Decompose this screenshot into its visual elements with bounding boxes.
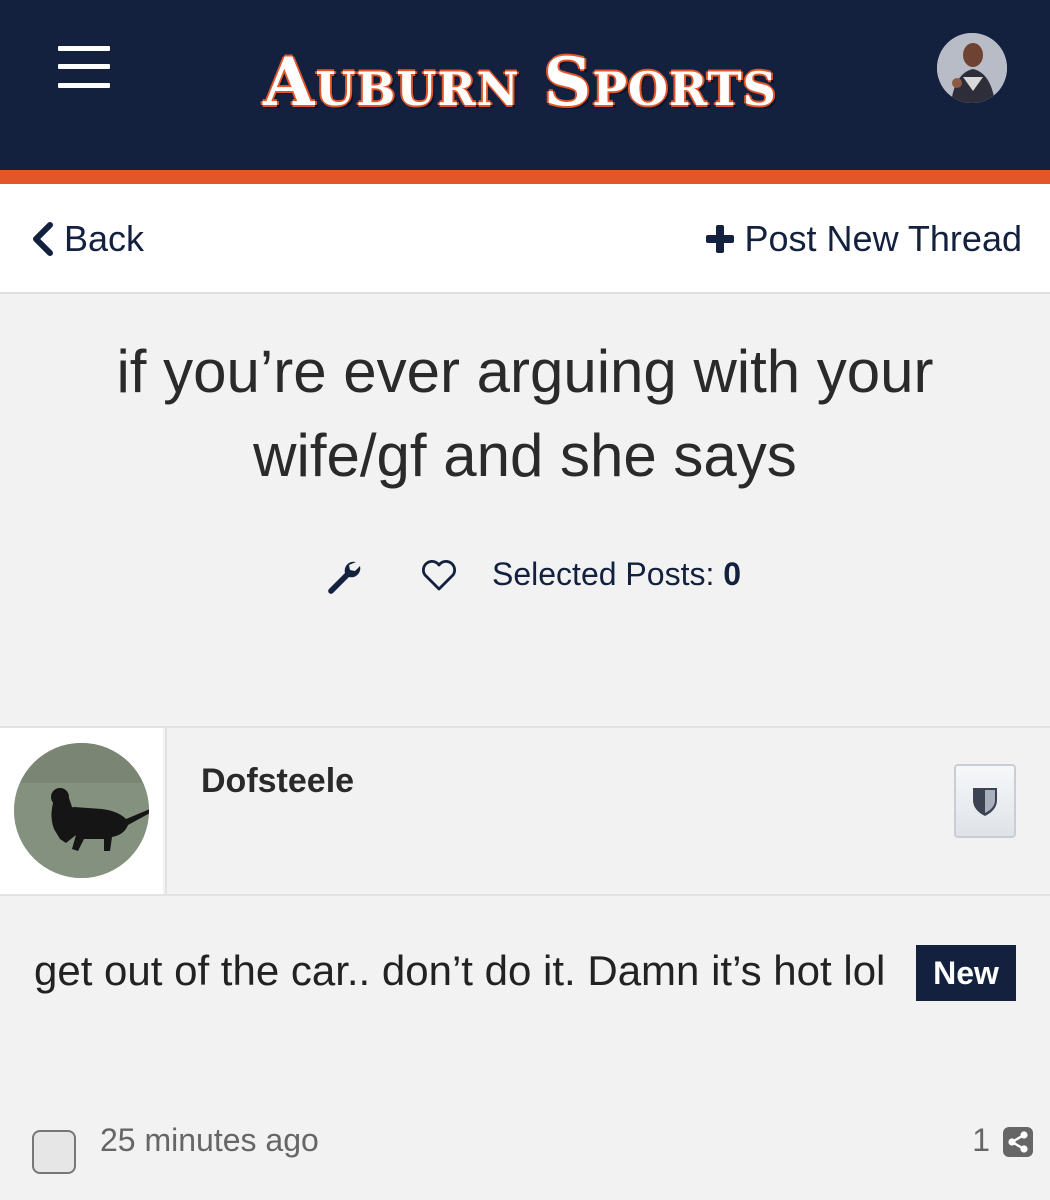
post-header: Dofsteele	[165, 728, 1050, 894]
select-post-checkbox[interactable]	[32, 1130, 76, 1174]
heart-icon[interactable]	[420, 558, 458, 592]
shield-icon	[973, 788, 997, 816]
user-avatar[interactable]	[937, 33, 1007, 103]
header-accent-stripe	[0, 170, 1050, 184]
moderation-button[interactable]	[954, 764, 1016, 838]
thread-title: if you’re ever arguing with your wife/gf…	[116, 338, 934, 489]
site-header: Auburn Sports	[0, 0, 1050, 170]
post-footer: 25 minutes ago 1	[0, 1110, 1050, 1190]
post-new-thread-label: Post New Thread	[744, 218, 1022, 259]
wrench-icon[interactable]	[326, 558, 362, 594]
post-header-divider	[0, 894, 1050, 896]
hamburger-menu-icon[interactable]	[58, 44, 110, 90]
share-icon[interactable]	[1002, 1126, 1034, 1158]
post-body: get out of the car.. don’t do it. Damn i…	[34, 947, 886, 994]
thread-tools: Selected Posts: 0	[0, 548, 1050, 604]
new-badge: New	[916, 945, 1016, 1001]
post-avatar-box	[0, 728, 163, 894]
site-logo[interactable]: Auburn Sports	[200, 42, 840, 122]
plus-icon	[705, 225, 734, 253]
sub-navigation: Back Post New Thread	[0, 184, 1050, 294]
back-label: Back	[64, 218, 145, 259]
poster-avatar[interactable]	[14, 743, 149, 878]
selected-posts-counter: Selected Posts: 0	[492, 556, 741, 593]
post-timestamp[interactable]: 25 minutes ago	[100, 1122, 319, 1159]
selected-posts-label: Selected Posts:	[492, 556, 715, 592]
chevron-left-icon	[33, 222, 53, 256]
back-button[interactable]: Back	[30, 214, 144, 264]
post-new-thread-button[interactable]: Post New Thread	[705, 214, 1022, 264]
selected-posts-count: 0	[723, 556, 742, 592]
post-username[interactable]: Dofsteele	[201, 762, 354, 801]
post-number[interactable]: 1	[972, 1122, 990, 1159]
